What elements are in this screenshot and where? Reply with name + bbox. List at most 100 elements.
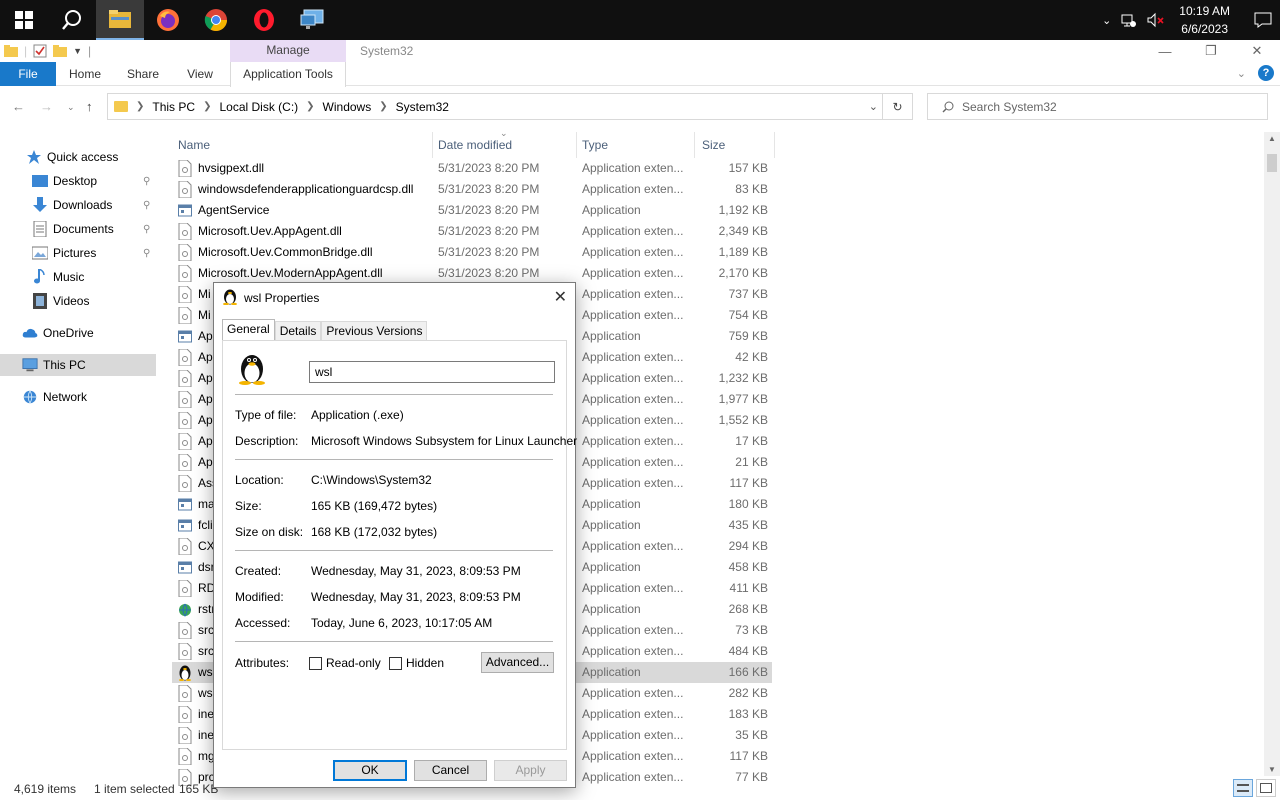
new-folder-icon[interactable] — [53, 45, 68, 57]
forward-icon[interactable]: → — [40, 99, 53, 114]
nav-network[interactable]: Network — [22, 386, 87, 408]
scrollbar-thumb[interactable] — [1267, 154, 1277, 172]
scroll-up-icon[interactable]: ▲ — [1268, 134, 1276, 143]
properties-icon[interactable] — [33, 44, 47, 58]
tab-view[interactable]: View — [178, 62, 222, 86]
file-type: Application exten... — [582, 413, 684, 427]
penguin-icon — [223, 289, 237, 305]
tab-share[interactable]: Share — [120, 62, 166, 86]
file-size: 458 KB — [728, 560, 768, 574]
breadcrumb-system32[interactable]: System32 — [396, 100, 449, 114]
show-hidden-icons-icon[interactable]: ⌄ — [1102, 14, 1111, 27]
taskbar-clock[interactable]: 10:19 AM 6/6/2023 — [1179, 2, 1230, 38]
vertical-scrollbar[interactable]: ▲ ▼ — [1264, 132, 1280, 776]
taskbar-opera[interactable] — [240, 0, 288, 40]
minimize-button[interactable]: — — [1142, 40, 1188, 62]
taskbar-chrome[interactable] — [192, 0, 240, 40]
nav-quick-access[interactable]: Quick access — [26, 146, 118, 168]
scroll-down-icon[interactable]: ▼ — [1268, 765, 1276, 774]
help-icon[interactable]: ? — [1258, 65, 1274, 81]
penguin-icon — [178, 664, 192, 681]
close-button[interactable]: ✕ — [1234, 40, 1280, 62]
hidden-checkbox[interactable]: Hidden — [389, 656, 444, 670]
pin-icon[interactable]: ⚲ — [143, 248, 150, 259]
tab-general[interactable]: General — [222, 319, 275, 341]
file-row[interactable]: Microsoft.Uev.ModernAppAgent.dll 5/31/202… — [172, 263, 772, 284]
file-row[interactable]: hvsigpext.dll 5/31/2023 8:20 PM Applicatio… — [172, 158, 772, 179]
nav-this-pc[interactable]: This PC — [0, 354, 156, 376]
column-divider[interactable] — [774, 132, 775, 158]
tab-application-tools[interactable]: Application Tools — [230, 62, 346, 87]
taskbar-search-button[interactable] — [48, 0, 96, 40]
column-header-type[interactable]: Type — [582, 134, 608, 156]
details-view-icon — [1237, 784, 1249, 792]
type-label: Type of file: — [235, 408, 297, 422]
nav-downloads[interactable]: Downloads ⚲ — [32, 194, 160, 216]
nav-desktop[interactable]: Desktop ⚲ — [32, 170, 160, 192]
start-button[interactable] — [0, 0, 48, 40]
large-icons-view-button[interactable] — [1256, 779, 1276, 797]
recent-locations-icon[interactable]: ⌄ — [67, 102, 75, 113]
column-divider[interactable] — [432, 132, 433, 158]
cancel-button[interactable]: Cancel — [414, 760, 487, 781]
file-type: Application exten... — [582, 581, 684, 595]
taskbar-file-explorer[interactable] — [96, 0, 144, 40]
pin-icon[interactable]: ⚲ — [143, 200, 150, 211]
nav-documents[interactable]: Documents ⚲ — [32, 218, 160, 240]
column-divider[interactable] — [694, 132, 695, 158]
network-icon[interactable] — [1121, 12, 1137, 28]
taskbar-remote-desktop[interactable] — [288, 0, 336, 40]
search-input[interactable] — [962, 99, 1252, 114]
tab-file[interactable]: File — [0, 62, 56, 86]
back-icon[interactable]: ← — [12, 99, 25, 114]
pin-icon[interactable]: ⚲ — [143, 176, 150, 187]
file-row[interactable]: AgentService 5/31/2023 8:20 PM Application… — [172, 200, 772, 221]
penguin-icon — [239, 355, 265, 385]
nav-onedrive[interactable]: OneDrive — [22, 322, 94, 344]
column-header-name[interactable]: Name — [178, 134, 210, 156]
close-icon: ✕ — [1251, 43, 1263, 58]
details-view-button[interactable] — [1233, 779, 1253, 797]
column-header-size[interactable]: Size — [702, 134, 725, 156]
apply-button[interactable]: Apply — [494, 760, 567, 781]
nav-videos[interactable]: Videos — [32, 290, 89, 312]
checkbox-box[interactable] — [309, 656, 322, 670]
clock-time: 10:19 AM — [1179, 4, 1230, 18]
file-row[interactable]: windowsdefenderapplicationguardcsp.dll 5/… — [172, 179, 772, 200]
network-icon — [22, 389, 38, 405]
pin-icon[interactable]: ⚲ — [143, 224, 150, 235]
dll-file-icon — [178, 369, 192, 388]
ok-button[interactable]: OK — [333, 760, 407, 781]
file-row[interactable]: Microsoft.Uev.AppAgent.dll 5/31/2023 8:20… — [172, 221, 772, 242]
action-center-button[interactable] — [1246, 0, 1280, 40]
dll-file-icon — [178, 159, 192, 178]
tab-previous-versions[interactable]: Previous Versions — [321, 321, 428, 341]
customize-qat-icon[interactable]: ▼ — [73, 46, 82, 56]
volume-muted-icon[interactable] — [1147, 12, 1165, 28]
search-box[interactable] — [927, 93, 1268, 120]
address-bar[interactable]: ❯ This PC ❯ Local Disk (C:) ❯ Windows ❯ … — [107, 93, 913, 120]
breadcrumb-local-disk[interactable]: Local Disk (C:) — [219, 100, 298, 114]
restore-button[interactable]: ❐ — [1188, 40, 1234, 62]
nav-label: Desktop — [53, 174, 98, 188]
nav-music[interactable]: Music — [32, 266, 84, 288]
item-count: 4,619 items — [14, 782, 77, 796]
breadcrumb-this-pc[interactable]: This PC — [152, 100, 195, 114]
tab-home[interactable]: Home — [62, 62, 108, 86]
column-divider[interactable] — [576, 132, 577, 158]
refresh-button[interactable]: ↻ — [882, 94, 912, 119]
expand-ribbon-icon[interactable]: ⌄ — [1237, 67, 1246, 80]
taskbar-firefox[interactable] — [144, 0, 192, 40]
dll-file-icon — [178, 390, 192, 409]
checkbox-box[interactable] — [389, 656, 402, 670]
file-row[interactable]: Microsoft.Uev.CommonBridge.dll 5/31/2023 … — [172, 242, 772, 263]
file-name-input[interactable] — [309, 361, 555, 383]
up-icon[interactable]: ↑ — [86, 99, 93, 114]
breadcrumb-windows[interactable]: Windows — [323, 100, 372, 114]
nav-pictures[interactable]: Pictures ⚲ — [32, 242, 160, 264]
advanced-button[interactable]: Advanced... — [481, 652, 554, 673]
address-dropdown-icon[interactable]: ⌄ — [869, 100, 878, 113]
dialog-close-button[interactable]: ✕ — [554, 287, 567, 307]
read-only-checkbox[interactable]: Read-only — [309, 656, 381, 670]
tab-details[interactable]: Details — [274, 321, 322, 341]
